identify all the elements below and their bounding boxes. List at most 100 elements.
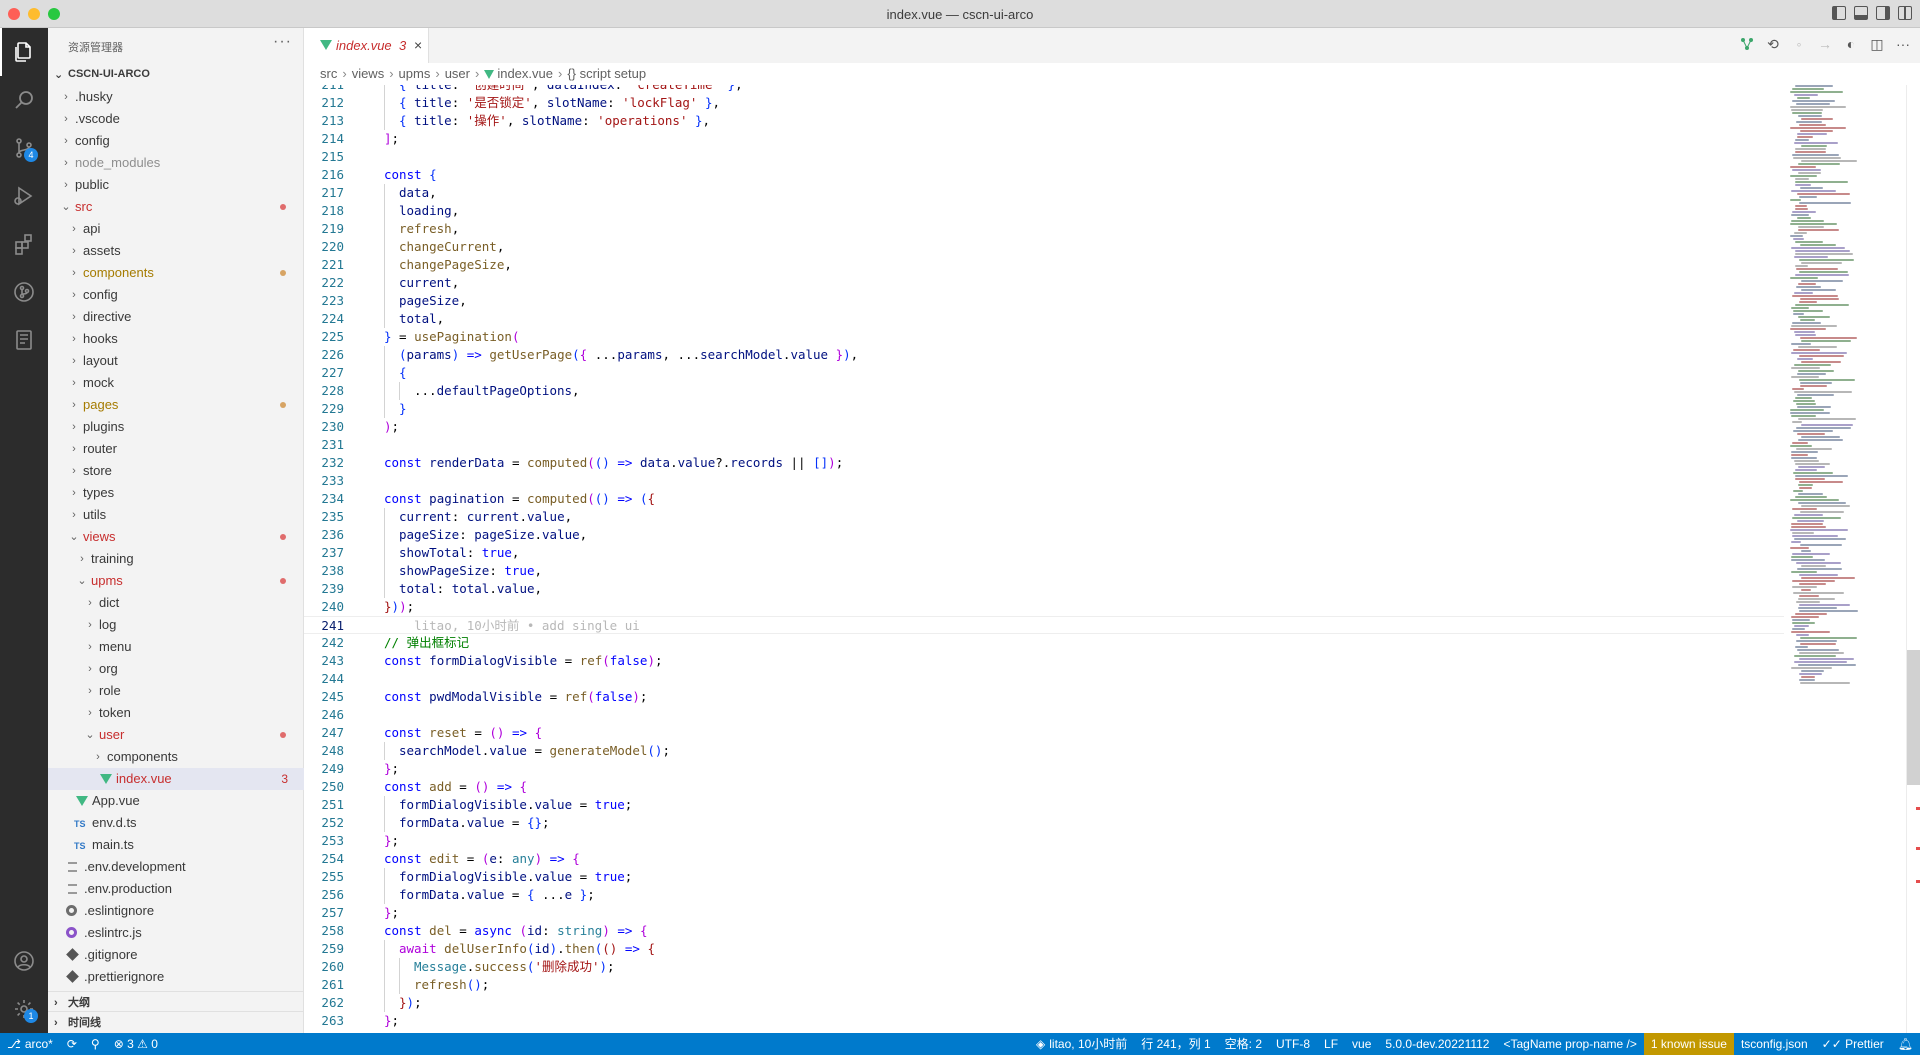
code-line[interactable]: 235 current: current.value, [304, 508, 1784, 526]
code-line[interactable]: 241 litao, 10小时前 • add single ui [304, 616, 1784, 634]
code-line[interactable]: 234 const pagination = computed(() => ({ [304, 490, 1784, 508]
tree-folder[interactable]: › router [48, 438, 304, 460]
breadcrumb-item-views[interactable]: views [352, 66, 385, 81]
tag-name-case[interactable]: <TagName prop-name /> [1496, 1033, 1643, 1055]
code-line[interactable]: 216 const { [304, 166, 1784, 184]
code-line[interactable]: 246 [304, 706, 1784, 724]
tree-folder[interactable]: ⌄ views [48, 526, 304, 548]
code-line[interactable]: 212 { title: '是否锁定', slotName: 'lockFlag'… [304, 94, 1784, 112]
tree-file[interactable]: index.vue 3 [48, 768, 304, 790]
code-line[interactable]: 236 pageSize: pageSize.value, [304, 526, 1784, 544]
code-line[interactable]: 254 const edit = (e: any) => { [304, 850, 1784, 868]
tree-file[interactable]: .env.production [48, 878, 304, 900]
code-line[interactable]: 252 formData.value = {}; [304, 814, 1784, 832]
tree-folder[interactable]: › .vscode [48, 108, 304, 130]
tree-folder[interactable]: ⌄ upms [48, 570, 304, 592]
tree-folder[interactable]: › .husky [48, 86, 304, 108]
tree-folder[interactable]: › pages [48, 394, 304, 416]
tree-file[interactable]: App.vue [48, 790, 304, 812]
code-line[interactable]: 226 (params) => getUserPage({ ...params, … [304, 346, 1784, 364]
tree-file[interactable]: .gitignore [48, 944, 304, 966]
previous-change-icon[interactable]: ◦ [1792, 36, 1806, 52]
tree-folder[interactable]: › dict [48, 592, 304, 614]
tree-folder[interactable]: › training [48, 548, 304, 570]
tree-folder[interactable]: › api [48, 218, 304, 240]
code-line[interactable]: 230); [304, 418, 1784, 436]
tab-index-vue[interactable]: index.vue 3 × [304, 28, 429, 63]
git-graph-icon[interactable] [0, 268, 48, 316]
code-line[interactable]: 231 [304, 436, 1784, 454]
known-issue-badge[interactable]: 1 known issue [1643, 1033, 1734, 1055]
code-editor[interactable]: 211 { title: '创建时间', dataIndex: 'createTi… [304, 85, 1784, 1033]
tree-folder[interactable]: › components [48, 746, 304, 768]
tree-folder[interactable]: › store [48, 460, 304, 482]
code-line[interactable]: 258 const del = async (id: string) => { [304, 922, 1784, 940]
more-actions-icon[interactable]: ··· [273, 33, 292, 51]
code-line[interactable]: 214]; [304, 130, 1784, 148]
code-line[interactable]: 211 { title: '创建时间', dataIndex: 'createTi… [304, 85, 1784, 94]
tree-file[interactable]: .env.development [48, 856, 304, 878]
notifications-bell-icon[interactable]: 🔔︎ [1891, 1033, 1920, 1055]
workspace-root[interactable]: ⌄ CSCN-UI-ARCO [48, 64, 304, 86]
tree-folder[interactable]: › role [48, 680, 304, 702]
timeline-icon[interactable]: ◐ [1844, 36, 1858, 52]
account-icon[interactable] [0, 937, 48, 985]
code-line[interactable]: 222 current, [304, 274, 1784, 292]
tree-file[interactable]: .eslintrc.js [48, 922, 304, 944]
toggle-secondary-sidebar-icon[interactable] [1876, 6, 1890, 20]
tree-folder[interactable]: › public [48, 174, 304, 196]
code-line[interactable]: 249}; [304, 760, 1784, 778]
code-line[interactable]: 237 showTotal: true, [304, 544, 1784, 562]
split-editor-icon[interactable]: ◫ [1870, 36, 1884, 52]
tree-file[interactable]: TS env.d.ts [48, 812, 304, 834]
problems-status[interactable]: ⊗ 3 ⚠ 0 [107, 1033, 165, 1055]
minimap[interactable] [1790, 85, 1900, 685]
tree-file[interactable]: TS main.ts [48, 834, 304, 856]
breadcrumb-item-file[interactable]: index.vue [497, 66, 553, 81]
tree-folder[interactable]: ⌄ src [48, 196, 304, 218]
code-line[interactable]: 255 formDialogVisible.value = true; [304, 868, 1784, 886]
code-line[interactable]: 240})); [304, 598, 1784, 616]
timeline-section[interactable]: › 时间线 [48, 1011, 304, 1033]
blame-status[interactable]: ◈ litao, 10小时前 [1029, 1033, 1134, 1055]
tree-folder[interactable]: › types [48, 482, 304, 504]
code-line[interactable]: 261 refresh(); [304, 976, 1784, 994]
code-line[interactable]: 221 changePageSize, [304, 256, 1784, 274]
code-line[interactable]: 263}; [304, 1012, 1784, 1030]
code-line[interactable]: 227 { [304, 364, 1784, 382]
more-editor-actions-icon[interactable]: ··· [1896, 36, 1910, 52]
code-line[interactable]: 256 formData.value = { ...e }; [304, 886, 1784, 904]
code-line[interactable]: 217 data, [304, 184, 1784, 202]
code-line[interactable]: 223 pageSize, [304, 292, 1784, 310]
open-changes-icon[interactable]: ⟲ [1766, 36, 1780, 52]
tree-file[interactable]: .prettierignore [48, 966, 304, 988]
tsconfig-status[interactable]: tsconfig.json [1734, 1033, 1815, 1055]
code-line[interactable]: 225} = usePagination( [304, 328, 1784, 346]
run-debug-icon[interactable] [0, 172, 48, 220]
tree-folder[interactable]: › org [48, 658, 304, 680]
toggle-panel-icon[interactable] [1854, 6, 1868, 20]
code-line[interactable]: 242 // 弹出框标记 [304, 634, 1784, 652]
editor-scrollbar[interactable] [1906, 85, 1920, 1033]
tree-folder[interactable]: › layout [48, 350, 304, 372]
sync-icon[interactable]: ⟳ [60, 1033, 84, 1055]
code-line[interactable]: 259 await delUserInfo(id).then(() => { [304, 940, 1784, 958]
code-line[interactable]: 218 loading, [304, 202, 1784, 220]
tree-folder[interactable]: › config [48, 130, 304, 152]
volar-version[interactable]: 5.0.0-dev.20221112 [1378, 1033, 1496, 1055]
code-line[interactable]: 251 formDialogVisible.value = true; [304, 796, 1784, 814]
git-graph-status-icon[interactable]: ⚲ [84, 1033, 107, 1055]
git-graph-action-icon[interactable] [1740, 37, 1754, 51]
close-icon[interactable]: × [414, 37, 422, 53]
tree-folder[interactable]: › components [48, 262, 304, 284]
code-line[interactable]: 239 total: total.value, [304, 580, 1784, 598]
encoding[interactable]: UTF-8 [1269, 1033, 1317, 1055]
explorer-icon[interactable] [0, 28, 48, 76]
tree-folder[interactable]: › token [48, 702, 304, 724]
code-line[interactable]: 245 const pwdModalVisible = ref(false); [304, 688, 1784, 706]
next-change-icon[interactable]: → [1818, 36, 1832, 52]
breadcrumb-item-src[interactable]: src [320, 66, 337, 81]
code-line[interactable]: 260 Message.success('删除成功'); [304, 958, 1784, 976]
breadcrumb-item-user[interactable]: user [445, 66, 470, 81]
code-line[interactable]: 253}; [304, 832, 1784, 850]
